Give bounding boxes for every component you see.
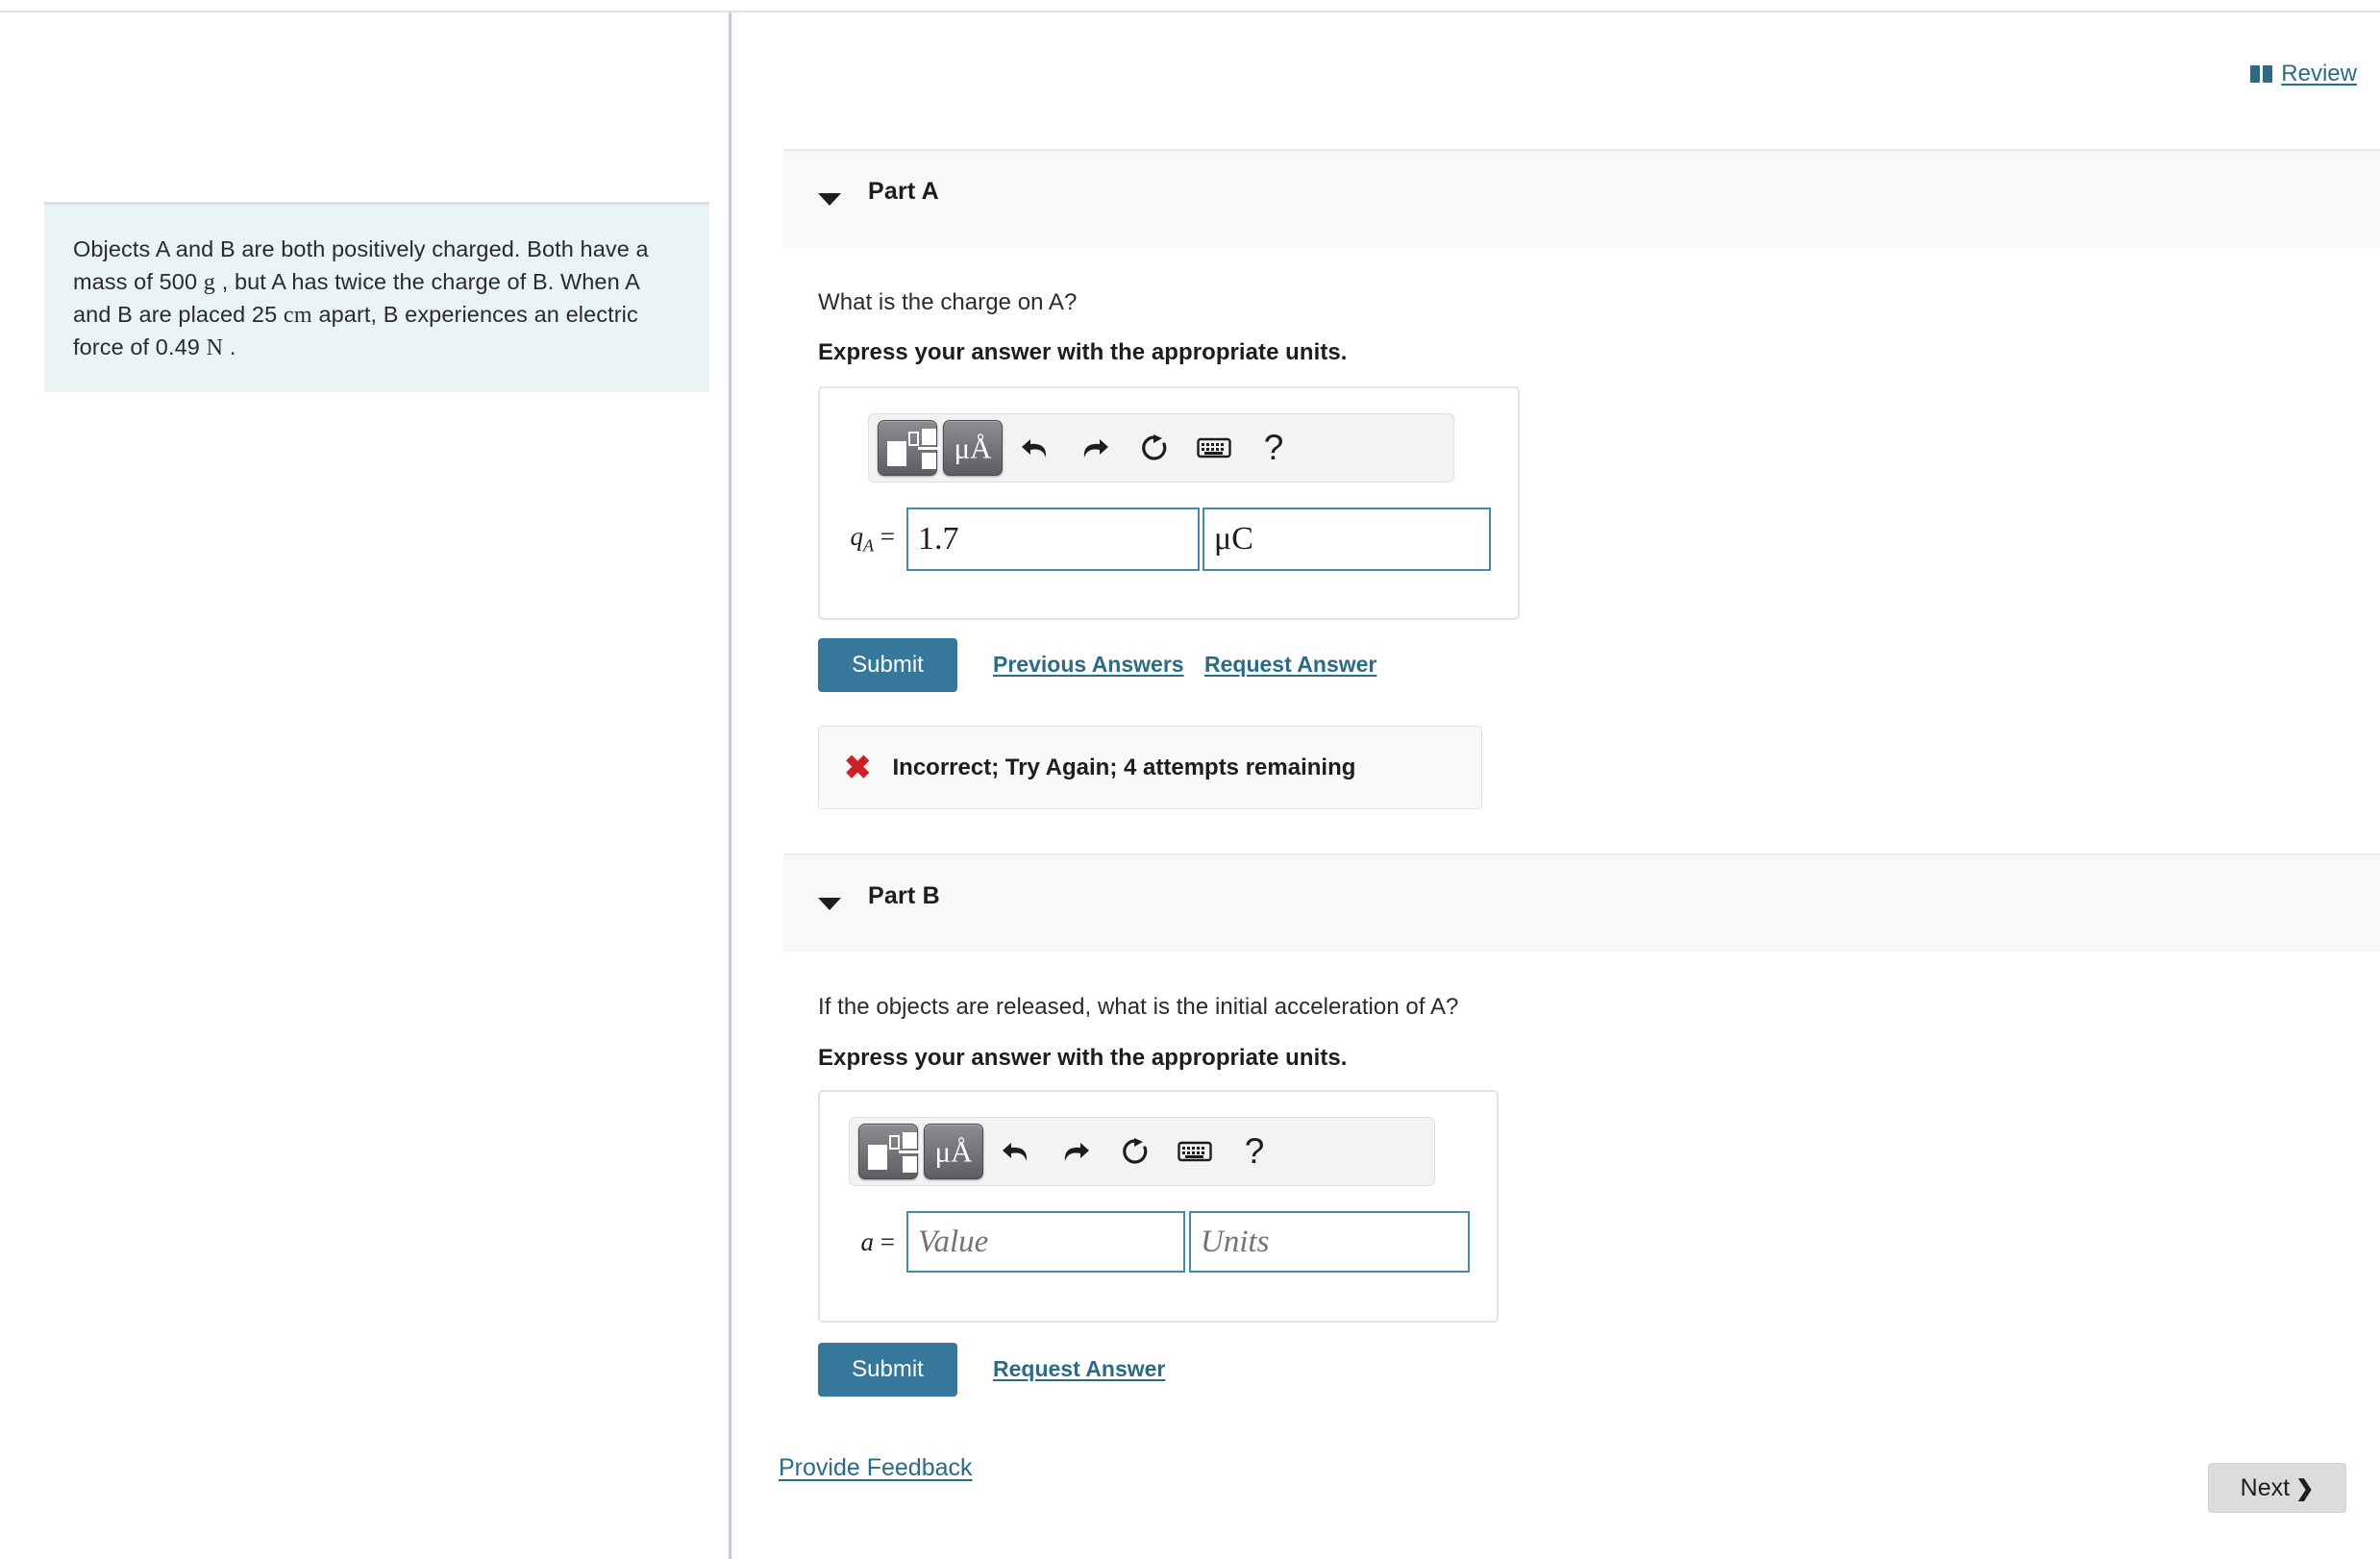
problem-column: Objects A and B are both positively char… <box>0 12 726 1559</box>
unit-gram: g <box>203 269 216 295</box>
part-a-variable-label: qA = <box>850 522 895 556</box>
part-a-submit-button[interactable]: Submit <box>818 638 957 692</box>
provide-feedback-link[interactable]: Provide Feedback <box>779 1454 973 1482</box>
undo-icon[interactable] <box>1005 421 1065 475</box>
undo-icon[interactable] <box>986 1125 1046 1178</box>
part-a-request-answer-link[interactable]: Request Answer <box>1204 652 1376 678</box>
problem-statement-panel: Objects A and B are both positively char… <box>44 202 709 392</box>
part-b-title: Part B <box>868 882 940 909</box>
keyboard-icon[interactable] <box>1165 1125 1225 1178</box>
unit-centimeter: cm <box>283 302 312 328</box>
redo-icon[interactable] <box>1046 1125 1105 1178</box>
caret-down-icon[interactable] <box>818 193 841 206</box>
template-box-large-icon <box>887 441 906 466</box>
math-template-button[interactable] <box>858 1124 921 1179</box>
redo-icon[interactable] <box>1065 421 1125 475</box>
problem-text-segment-4: . <box>223 334 236 360</box>
part-a-input-row: qA = 1.7 μC <box>820 507 1522 571</box>
part-a-previous-answers-link[interactable]: Previous Answers <box>993 652 1184 678</box>
reset-icon[interactable] <box>1105 1125 1165 1178</box>
part-a-units-input[interactable]: μC <box>1202 507 1491 571</box>
next-button-label: Next <box>2240 1473 2291 1501</box>
help-icon[interactable]: ? <box>1225 1125 1284 1178</box>
exercise-page: Objects A and B are both positively char… <box>0 0 2380 1559</box>
template-box-superscript-icon <box>889 1135 900 1150</box>
part-b-toolbar: μÅ ? <box>849 1117 1435 1186</box>
template-fraction-denominator-icon <box>903 1156 917 1173</box>
chevron-right-icon: ❯ <box>2295 1474 2315 1500</box>
part-b-header[interactable]: Part B <box>783 854 2380 953</box>
part-b-input-row: a = Value Units <box>820 1211 1500 1273</box>
template-fraction-numerator-icon <box>922 429 936 445</box>
problem-text: Objects A and B are both positively char… <box>73 234 681 365</box>
template-fraction-bar-icon <box>899 1151 921 1153</box>
part-b-value-input[interactable]: Value <box>906 1211 1185 1273</box>
review-row: Review <box>2250 61 2357 87</box>
help-icon[interactable]: ? <box>1244 421 1303 475</box>
next-button[interactable]: Next ❯ <box>2208 1463 2346 1513</box>
x-mark-icon: ✖ <box>844 749 872 786</box>
part-b-instruction: Express your answer with the appropriate… <box>818 1045 1348 1071</box>
template-box-superscript-icon <box>908 432 919 446</box>
part-a-value-input[interactable]: 1.7 <box>906 507 1200 571</box>
units-button-label: μÅ <box>954 431 992 465</box>
units-button-label: μÅ <box>934 1134 973 1169</box>
part-a-toolbar: μÅ ? <box>868 413 1454 483</box>
units-button[interactable]: μÅ <box>943 420 1003 476</box>
caret-down-icon[interactable] <box>818 898 841 910</box>
part-a-answer-box: μÅ ? qA = 1.7 μC <box>818 386 1520 620</box>
part-b-submit-button[interactable]: Submit <box>818 1343 957 1397</box>
keyboard-icon[interactable] <box>1184 421 1244 475</box>
reset-icon[interactable] <box>1125 421 1184 475</box>
math-template-button[interactable] <box>878 420 940 476</box>
part-b-answer-box: μÅ ? a = Value Units <box>818 1090 1499 1323</box>
part-b-units-input[interactable]: Units <box>1189 1211 1470 1273</box>
unit-newton: N <box>206 335 224 361</box>
template-fraction-denominator-icon <box>922 453 936 469</box>
part-b-request-answer-link[interactable]: Request Answer <box>993 1356 1165 1382</box>
part-b-variable-label: a = <box>860 1226 895 1256</box>
part-a-question: What is the charge on A? <box>818 289 1078 315</box>
part-a-header[interactable]: Part A <box>783 149 2380 248</box>
units-button[interactable]: μÅ <box>924 1124 983 1179</box>
template-box-large-icon <box>868 1145 887 1170</box>
open-book-icon <box>2250 65 2273 83</box>
part-a-title: Part A <box>868 178 939 205</box>
part-a-instruction: Express your answer with the appropriate… <box>818 339 1348 365</box>
template-fraction-bar-icon <box>918 447 940 450</box>
answer-column: Review Part A What is the charge on A? E… <box>731 12 2380 1559</box>
part-a-feedback-box: ✖ Incorrect; Try Again; 4 attempts remai… <box>818 726 1482 809</box>
part-b-question: If the objects are released, what is the… <box>818 994 1459 1020</box>
review-link[interactable]: Review <box>2281 61 2357 87</box>
template-fraction-numerator-icon <box>903 1132 917 1149</box>
part-a-feedback-message: Incorrect; Try Again; 4 attempts remaini… <box>892 754 1356 780</box>
